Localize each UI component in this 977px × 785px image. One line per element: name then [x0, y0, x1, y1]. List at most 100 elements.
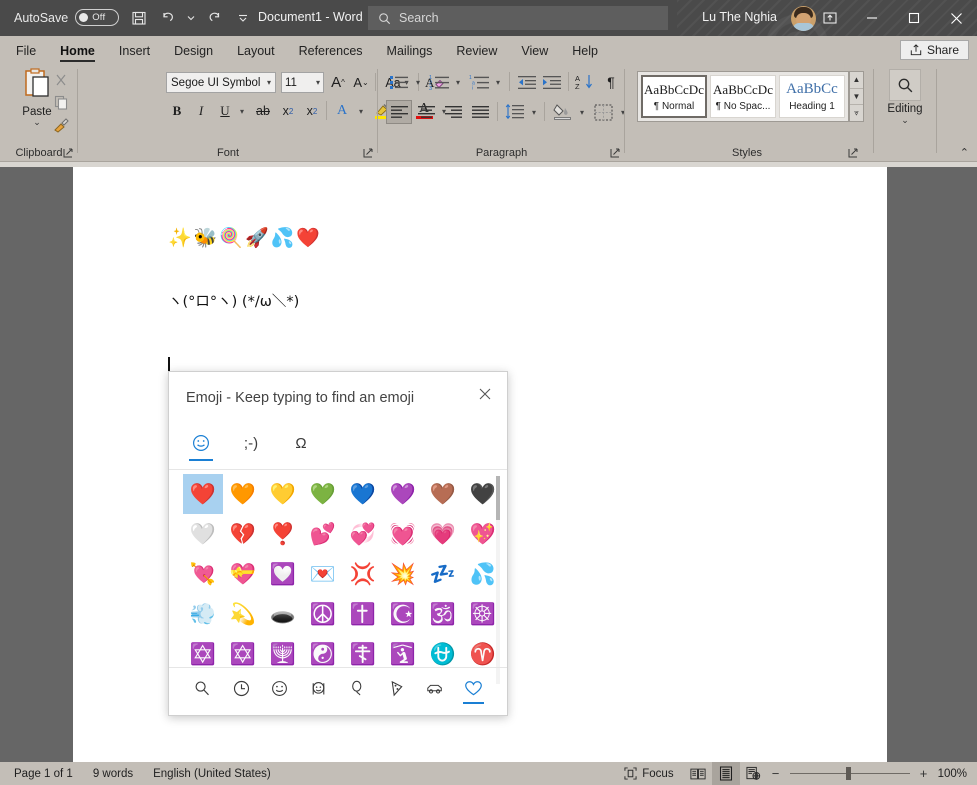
editing-dropdown-chevron[interactable]: ⌄: [882, 115, 928, 126]
emoji-growing-heart[interactable]: 💗: [423, 514, 463, 554]
share-button[interactable]: Share: [899, 40, 969, 60]
style-no-spacing[interactable]: AaBbCcDc ¶ No Spac...: [710, 75, 776, 118]
search-icon[interactable]: [183, 670, 222, 706]
search-input[interactable]: Search: [368, 6, 668, 30]
word-count[interactable]: 9 words: [83, 762, 143, 785]
emoji-yellow-heart[interactable]: 💛: [263, 474, 303, 514]
emoji-latin-cross[interactable]: ✝️: [343, 594, 383, 634]
zoom-slider[interactable]: [789, 762, 910, 785]
multilevel-list-dropdown[interactable]: ▾: [491, 71, 505, 93]
smiley-icon[interactable]: [261, 670, 300, 706]
multilevel-list-button[interactable]: 1 a i: [466, 71, 492, 93]
styles-more-button[interactable]: ⩔: [850, 105, 863, 121]
emoji-dashing-away[interactable]: 💨: [183, 594, 223, 634]
editing-button[interactable]: Editing ⌄: [882, 69, 928, 126]
borders-button[interactable]: [590, 100, 616, 124]
zoom-in-button[interactable]: +: [916, 766, 932, 781]
shrink-font-button[interactable]: A ⌄: [350, 72, 372, 93]
emoji-heart-exclamation[interactable]: ❣️: [263, 514, 303, 554]
print-layout-button[interactable]: [711, 762, 740, 785]
underline-dropdown[interactable]: ▾: [235, 100, 249, 122]
autosave-switch[interactable]: Off: [75, 9, 120, 26]
bold-button[interactable]: B: [166, 100, 188, 122]
clipboard-dialog-launcher[interactable]: [63, 146, 75, 158]
tab-layout[interactable]: Layout: [225, 38, 287, 64]
language-indicator[interactable]: English (United States): [143, 762, 281, 785]
close-icon[interactable]: [473, 382, 497, 406]
web-layout-button[interactable]: [740, 762, 768, 785]
close-button[interactable]: [935, 0, 977, 36]
emoji-revolving-hearts[interactable]: 💞: [343, 514, 383, 554]
tab-emoji[interactable]: [183, 429, 219, 461]
tab-view[interactable]: View: [509, 38, 560, 64]
zoom-level[interactable]: 100%: [932, 768, 977, 780]
minimize-button[interactable]: [851, 0, 893, 36]
emoji-heart-decoration[interactable]: 💟: [263, 554, 303, 594]
tab-kaomoji[interactable]: ;-): [233, 429, 269, 457]
emoji-dizzy[interactable]: 💫: [223, 594, 263, 634]
underline-button[interactable]: U: [214, 100, 236, 122]
emoji-blue-heart[interactable]: 💙: [343, 474, 383, 514]
undo-button[interactable]: [154, 6, 184, 30]
emoji-heart-with-ribbon[interactable]: 💝: [223, 554, 263, 594]
font-dialog-launcher[interactable]: [363, 146, 375, 158]
pizza-icon[interactable]: [377, 670, 416, 706]
avatar[interactable]: [791, 6, 816, 31]
paragraph-dialog-launcher[interactable]: [610, 146, 622, 158]
read-mode-button[interactable]: [684, 762, 712, 785]
emoji-broken-heart[interactable]: 💔: [223, 514, 263, 554]
show-formatting-marks-button[interactable]: ¶: [600, 71, 622, 93]
emoji-heart-with-arrow[interactable]: 💘: [183, 554, 223, 594]
emoji-om[interactable]: 🕉️: [423, 594, 463, 634]
emoji-brown-heart[interactable]: 🤎: [423, 474, 463, 514]
bullets-button[interactable]: [386, 71, 412, 93]
emoji-star-and-crescent[interactable]: ☪️: [383, 594, 423, 634]
shading-button[interactable]: [549, 98, 575, 124]
style-heading-1[interactable]: AaBbCc Heading 1: [779, 75, 845, 118]
emoji-orthodox-cross[interactable]: ☦️: [343, 634, 383, 674]
styles-scroll-up-button[interactable]: ▲: [850, 72, 863, 89]
emoji-yin-yang[interactable]: ☯️: [303, 634, 343, 674]
emoji-menorah[interactable]: 🕎: [263, 634, 303, 674]
bullets-dropdown[interactable]: ▾: [411, 71, 425, 93]
emoji-hole[interactable]: 🕳️: [263, 594, 303, 634]
redo-button[interactable]: [198, 6, 228, 30]
tab-help[interactable]: Help: [560, 38, 610, 64]
shading-dropdown[interactable]: ▾: [575, 100, 589, 124]
superscript-button[interactable]: x2: [301, 100, 323, 122]
numbering-button[interactable]: 1 2 3: [426, 71, 452, 93]
grow-font-button[interactable]: A ^: [327, 72, 349, 93]
maximize-button[interactable]: [893, 0, 935, 36]
emoji-white-heart[interactable]: 🤍: [183, 514, 223, 554]
line-spacing-dropdown[interactable]: ▾: [527, 100, 541, 124]
tab-references[interactable]: References: [287, 38, 375, 64]
format-painter-button[interactable]: [50, 116, 72, 136]
tab-design[interactable]: Design: [162, 38, 225, 64]
decrease-indent-button[interactable]: [514, 71, 539, 93]
emoji-red-heart[interactable]: ❤️: [183, 474, 223, 514]
autosave-toggle[interactable]: AutoSave Off: [14, 9, 120, 26]
zoom-slider-handle[interactable]: [845, 767, 851, 780]
font-size-input[interactable]: 11 ▾: [281, 72, 324, 93]
line-spacing-button[interactable]: [502, 100, 528, 124]
subscript-button[interactable]: x2: [277, 100, 299, 122]
emoji-grid-scrollbar[interactable]: [496, 476, 500, 684]
tab-mailings[interactable]: Mailings: [375, 38, 445, 64]
emoji-two-hearts[interactable]: 💕: [303, 514, 343, 554]
increase-indent-button[interactable]: [539, 71, 564, 93]
italic-button[interactable]: I: [190, 100, 212, 122]
font-size-chevron-down-icon[interactable]: ▾: [316, 78, 320, 87]
emoji-purple-heart[interactable]: 💜: [383, 474, 423, 514]
cut-button[interactable]: [50, 70, 72, 90]
focus-button[interactable]: Focus: [614, 762, 683, 785]
emoji-grid-scroll-thumb[interactable]: [496, 476, 500, 520]
tab-insert[interactable]: Insert: [107, 38, 162, 64]
styles-scroll-down-button[interactable]: ▼: [850, 89, 863, 106]
emoji-ophiuchus[interactable]: ⛎: [423, 634, 463, 674]
emoji-collision[interactable]: 💥: [383, 554, 423, 594]
emoji-zzz[interactable]: 💤: [423, 554, 463, 594]
emoji-orange-heart[interactable]: 🧡: [223, 474, 263, 514]
font-name-chevron-down-icon[interactable]: ▾: [267, 78, 271, 87]
style-normal[interactable]: AaBbCcDc ¶ Normal: [641, 75, 707, 118]
car-icon[interactable]: [416, 670, 455, 706]
